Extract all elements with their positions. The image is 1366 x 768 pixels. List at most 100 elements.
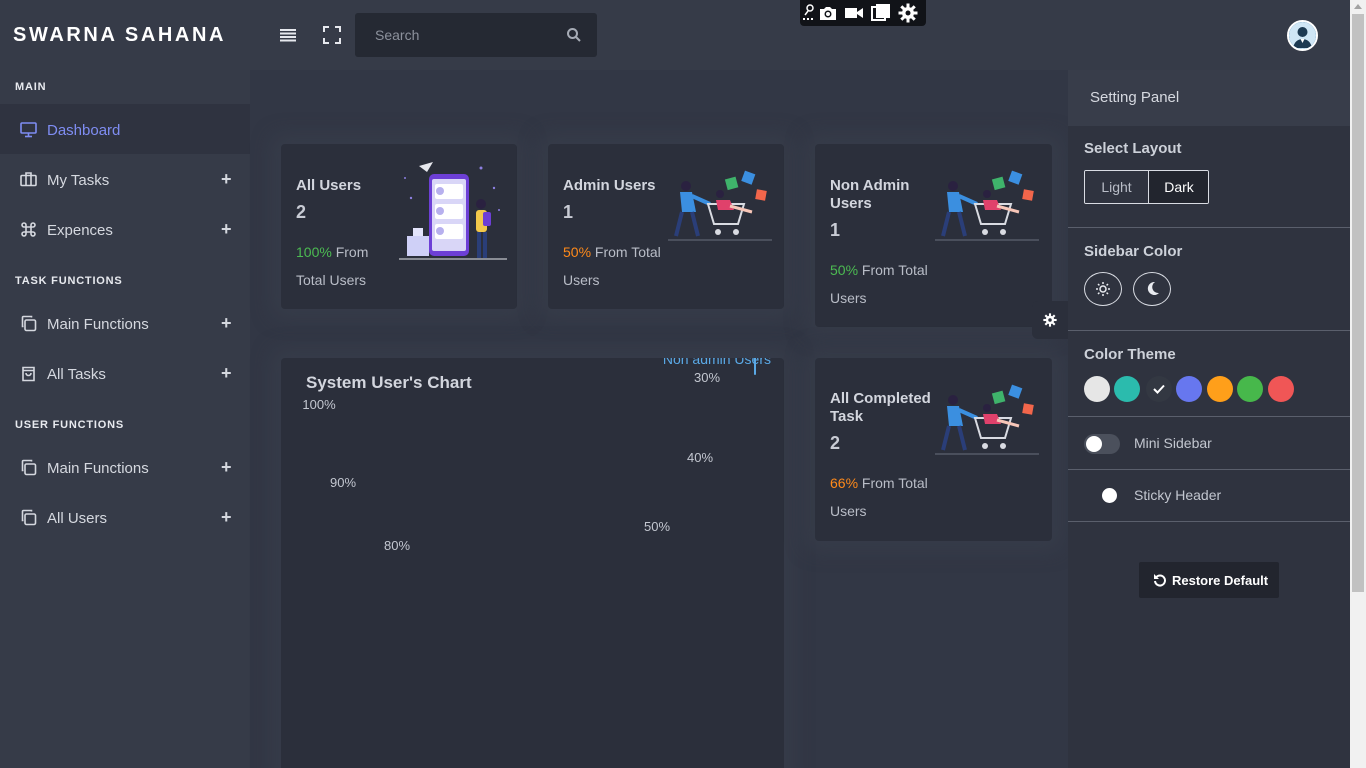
system-users-chart-card: System User's Chart 0%10%20%30%40%50%80%… [281, 358, 784, 768]
card-footer: 50% From Total Users [830, 256, 928, 312]
card-percent: 66% [830, 475, 859, 491]
divider [1068, 521, 1350, 522]
chart-tick-label: 100% [302, 397, 336, 412]
search-input[interactable] [355, 13, 555, 57]
capture-toolbar [800, 0, 926, 26]
theme-swatch-red[interactable] [1268, 376, 1294, 402]
sidebar-item-label: Dashboard [47, 122, 121, 139]
top-navbar: SWARNA SAHANA [0, 0, 1350, 70]
chart-bar[interactable] [754, 358, 756, 375]
video-icon[interactable] [844, 3, 864, 23]
chart-tick-label: 80% [384, 538, 410, 553]
card-value: 2 [830, 433, 841, 453]
layout-toggle-group: Light Dark [1084, 170, 1209, 204]
camera-icon[interactable] [818, 3, 838, 23]
sidebar-item-user-main-functions[interactable]: Main Functions + [0, 442, 250, 492]
sidebar-section-task-functions: TASK FUNCTIONS [15, 275, 123, 287]
sidebar-item-all-users[interactable]: All Users + [0, 492, 250, 542]
sidebar-item-label: My Tasks [47, 172, 110, 189]
sidebar-section-main: MAIN [15, 81, 47, 93]
expand-plus-icon[interactable]: + [221, 220, 232, 238]
sidebar-item-expences[interactable]: Expences + [0, 204, 250, 254]
phone-illustration-icon [399, 162, 507, 260]
fullscreen-icon[interactable] [322, 25, 342, 45]
color-theme-title: Color Theme [1084, 346, 1176, 363]
gear-icon[interactable] [898, 3, 918, 23]
select-layout-title: Select Layout [1084, 140, 1182, 157]
sidebar-item-label: Main Functions [47, 316, 149, 333]
scroll-thumb[interactable] [1352, 14, 1364, 592]
card-from-text-2: Users [830, 290, 867, 306]
card-percent: 50% [563, 244, 592, 260]
sidebar-item-dashboard[interactable]: Dashboard [0, 104, 250, 154]
stat-card-admin-users: Admin Users 1 50% From Total Users [548, 144, 784, 309]
card-from-text: From Total [861, 475, 928, 491]
theme-swatch-orange[interactable] [1207, 376, 1233, 402]
bag-icon [20, 365, 37, 382]
card-from-text: From Total [594, 244, 661, 260]
card-from-text-2: Users [830, 503, 867, 519]
expand-plus-icon[interactable]: + [221, 364, 232, 382]
scroll-up-arrow-icon[interactable] [1354, 4, 1362, 9]
card-footer: 100% From Total Users [296, 238, 368, 294]
card-footer: 66% From Total Users [830, 469, 928, 525]
layout-light-button[interactable]: Light [1085, 171, 1149, 203]
menu-icon[interactable] [278, 25, 298, 45]
theme-swatch-blue[interactable] [1176, 376, 1202, 402]
sidebar-dark-button[interactable] [1133, 272, 1171, 306]
card-title: All Users [296, 177, 362, 194]
mini-sidebar-label: Mini Sidebar [1134, 435, 1212, 451]
sidebar-item-task-main-functions[interactable]: Main Functions + [0, 298, 250, 348]
main-content: All Users 2 100% From Total Users Admin U… [250, 70, 1068, 768]
settings-toggle-button[interactable] [1032, 301, 1068, 339]
user-avatar[interactable] [1287, 20, 1318, 51]
check-icon [1153, 384, 1165, 394]
copy-icon [20, 459, 37, 476]
sticky-header-toggle[interactable] [1102, 488, 1117, 503]
theme-swatch-dark-selected[interactable] [1146, 376, 1172, 402]
gear-icon [1043, 313, 1057, 327]
copy-icon [20, 509, 37, 526]
card-title: Non Admin Users [830, 177, 910, 212]
restore-default-label: Restore Default [1172, 573, 1269, 588]
shopping-cart-illustration-icon [935, 170, 1039, 241]
theme-swatch-white[interactable] [1084, 376, 1110, 402]
restore-default-button[interactable]: Restore Default [1139, 562, 1279, 598]
undo-icon [1154, 574, 1166, 587]
card-value: 2 [296, 202, 307, 222]
chart-tick-label: 30% [694, 370, 720, 385]
search-box [355, 13, 597, 57]
sidebar-section-user-functions: USER FUNCTIONS [15, 419, 124, 431]
expand-plus-icon[interactable]: + [221, 508, 232, 526]
window-icon[interactable] [871, 3, 891, 23]
layout-dark-button[interactable]: Dark [1149, 171, 1208, 203]
sticky-header-label: Sticky Header [1134, 487, 1222, 503]
sidebar-item-label: Main Functions [47, 460, 149, 477]
card-title: All Completed Task [830, 390, 931, 425]
chart-tick-label: 40% [687, 450, 713, 465]
card-from-text-2: Users [563, 272, 600, 288]
theme-swatch-green[interactable] [1237, 376, 1263, 402]
card-percent: 50% [830, 262, 859, 278]
sidebar-item-my-tasks[interactable]: My Tasks + [0, 154, 250, 204]
settings-panel: Setting Panel Select Layout Light Dark S… [1068, 70, 1350, 768]
sidebar-light-button[interactable] [1084, 272, 1122, 306]
mini-sidebar-toggle[interactable] [1084, 434, 1120, 454]
radial-bar-chart: 0%10%20%30%40%50%80%90%100%All UsersAdmi… [302, 358, 771, 553]
expand-plus-icon[interactable]: + [221, 314, 232, 332]
brand-logo[interactable]: SWARNA SAHANA [13, 24, 226, 47]
expand-plus-icon[interactable]: + [221, 458, 232, 476]
search-icon[interactable] [566, 27, 582, 43]
sidebar-item-all-tasks[interactable]: All Tasks + [0, 348, 250, 398]
theme-swatch-teal[interactable] [1114, 376, 1140, 402]
card-value: 1 [830, 220, 841, 240]
expand-plus-icon[interactable]: + [221, 170, 232, 188]
chart-tick-label: 50% [644, 519, 670, 534]
sidebar-color-title: Sidebar Color [1084, 243, 1183, 260]
shopping-cart-illustration-icon [935, 384, 1039, 455]
sidebar: MAIN Dashboard My Tasks + Expences + TAS… [0, 70, 250, 768]
page-scrollbar[interactable] [1350, 0, 1366, 768]
stat-card-completed-tasks: All Completed Task 2 66% From Total Users [815, 358, 1052, 541]
card-from-text: From Total [861, 262, 928, 278]
sidebar-item-label: Expences [47, 222, 113, 239]
